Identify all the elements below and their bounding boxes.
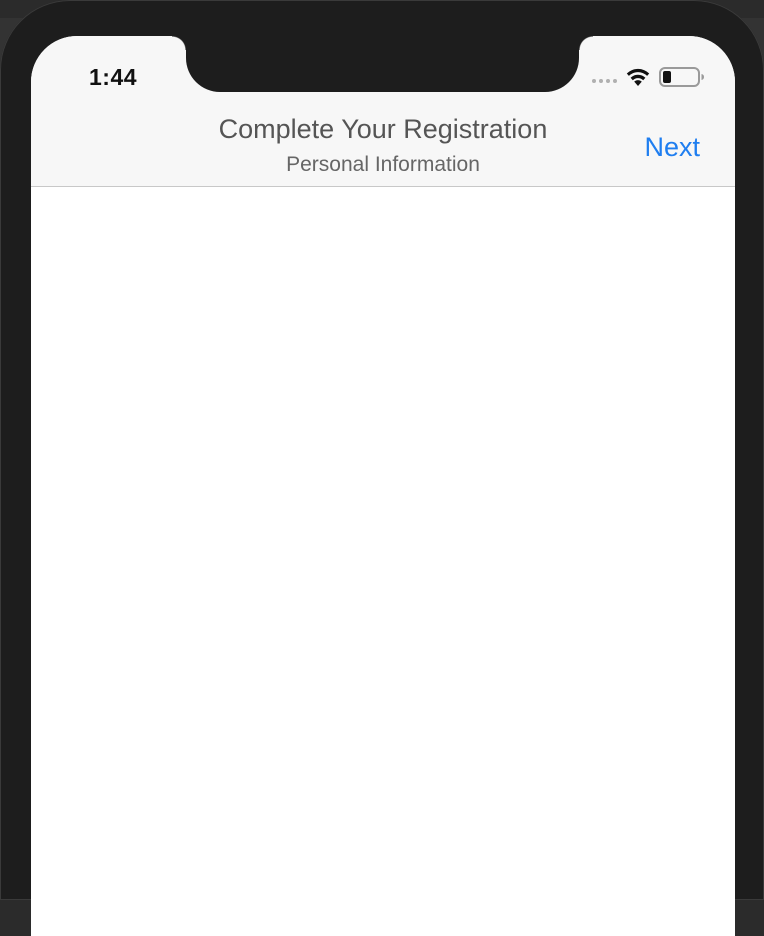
- page-title: Complete Your Registration: [218, 114, 548, 144]
- page-subtitle: Personal Information: [286, 153, 480, 176]
- status-icons: [592, 66, 705, 88]
- navigation-header: 1:44 Complete Your Registration Personal: [31, 36, 735, 187]
- device-notch: [172, 36, 593, 92]
- wifi-icon: [626, 68, 650, 86]
- next-button[interactable]: Next: [644, 132, 700, 163]
- registration-form-content: [31, 187, 735, 936]
- signal-dots-icon: [592, 71, 617, 83]
- device-screen: 1:44 Complete Your Registration Personal: [31, 36, 735, 936]
- battery-icon: [659, 67, 704, 87]
- device-frame: 1:44 Complete Your Registration Personal: [0, 0, 764, 936]
- status-time: 1:44: [89, 64, 138, 90]
